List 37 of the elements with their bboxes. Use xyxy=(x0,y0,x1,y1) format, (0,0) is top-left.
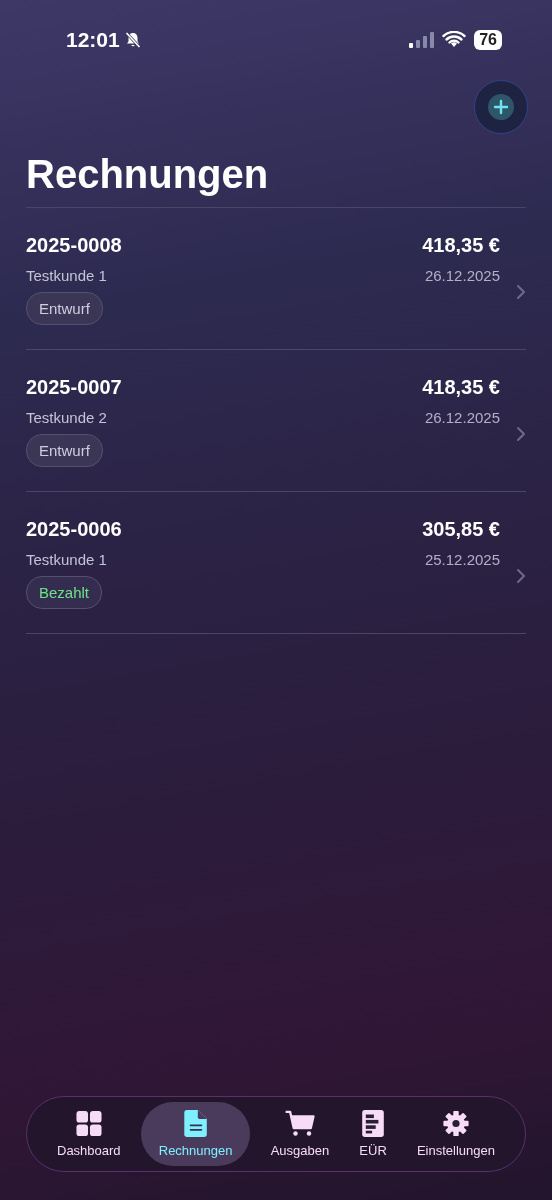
tab[interactable]: Rechnungen xyxy=(140,1102,251,1166)
add-button[interactable] xyxy=(474,80,528,134)
status-tag: Bezahlt xyxy=(26,576,103,609)
customer-name: Testkunde 1 xyxy=(26,551,107,568)
tab[interactable]: Dashboard xyxy=(47,1102,131,1166)
invoice-number: 2025-0008 xyxy=(26,234,122,257)
battery-indicator: 76 xyxy=(474,30,502,50)
invoice-date: 25.12.2025 xyxy=(424,551,500,568)
customer-name: Testkunde 1 xyxy=(26,267,107,284)
tab[interactable]: Einstellungen xyxy=(406,1102,505,1166)
invoice-amount: 305,85 € xyxy=(422,518,500,541)
invoice-row[interactable]: 2025-0008 Testkunde 1 Entwurf 418,35 € 26.12.2025 xyxy=(26,208,526,350)
chevron-icon xyxy=(516,426,526,442)
invoice-amount: 418,35 € xyxy=(422,234,500,257)
settings-icon xyxy=(440,1110,471,1137)
document-icon xyxy=(182,1110,209,1137)
invoice-number: 2025-0006 xyxy=(26,518,122,541)
tab[interactable]: EÜR xyxy=(349,1102,397,1166)
status-tag: Entwurf xyxy=(26,292,103,325)
report-icon xyxy=(361,1110,386,1137)
page-title: Rechnungen xyxy=(26,152,270,197)
invoice-row[interactable]: 2025-0007 Testkunde 2 Entwurf 418,35 € 26.12.2025 xyxy=(26,350,526,492)
plus-icon xyxy=(488,94,514,120)
grid-icon xyxy=(74,1110,103,1137)
invoice-number: 2025-0007 xyxy=(26,376,122,399)
invoice-date: 26.12.2025 xyxy=(424,267,500,284)
wifi-icon xyxy=(442,31,467,49)
invoice-row[interactable]: 2025-0006 Testkunde 1 Bezahlt 305,85 € 25.12.2025 xyxy=(26,492,526,634)
invoice-date: 26.12.2025 xyxy=(424,409,500,426)
chevron-icon xyxy=(516,568,526,584)
customer-name: Testkunde 2 xyxy=(26,409,107,426)
tab[interactable]: Ausgaben xyxy=(260,1102,340,1166)
invoice-amount: 418,35 € xyxy=(422,376,500,399)
signal-icon xyxy=(408,31,435,49)
status-tag: Entwurf xyxy=(26,434,103,467)
status-time: 12:01 xyxy=(66,28,120,52)
chevron-icon xyxy=(516,284,526,300)
